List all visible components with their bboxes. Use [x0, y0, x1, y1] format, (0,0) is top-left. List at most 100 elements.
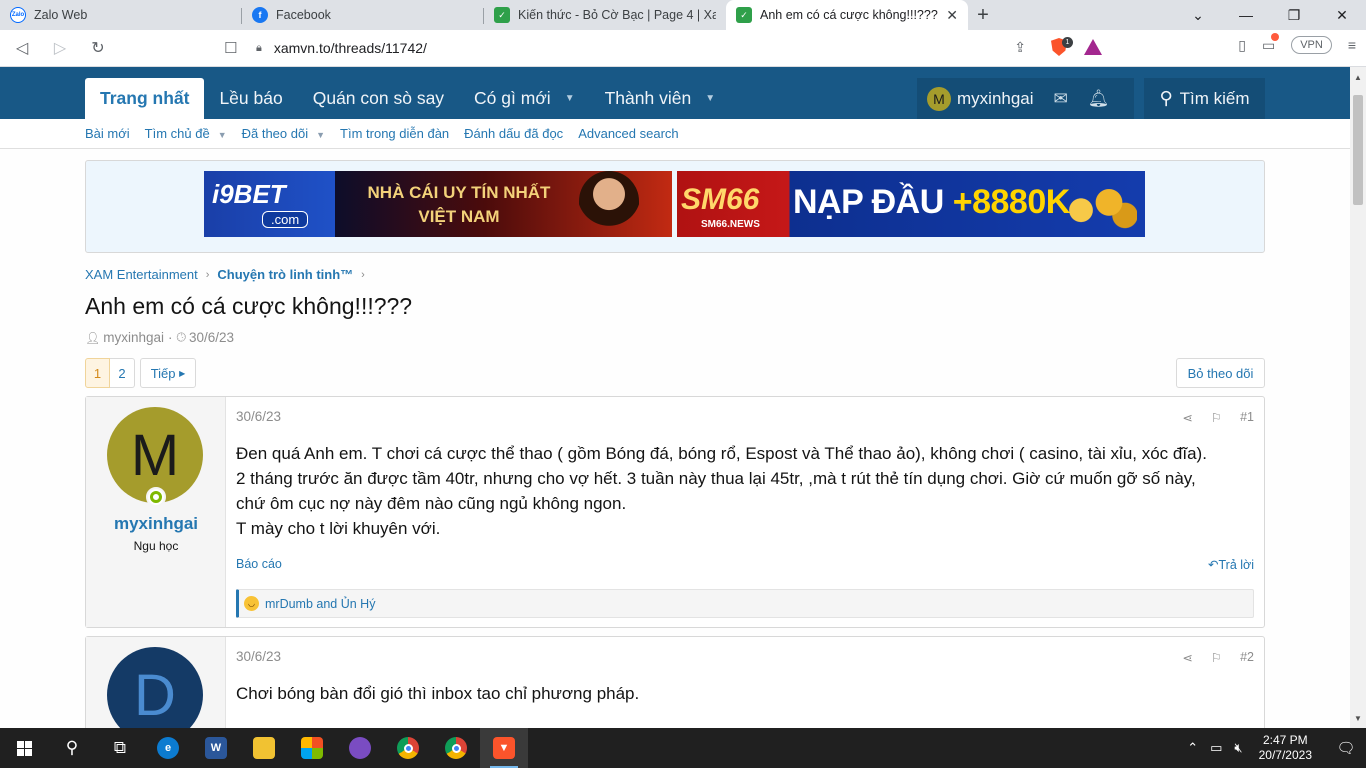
wallet-icon[interactable]: ▭	[1262, 32, 1280, 54]
notification-center-icon[interactable]: 🗨︎	[1326, 739, 1366, 757]
tab-title: Anh em có cá cược không!!!??? | Xamvn	[760, 8, 940, 22]
report-link[interactable]: Báo cáo	[236, 557, 282, 571]
ad-model-image	[579, 171, 639, 237]
nav-tab-quan-con-so-say[interactable]: Quán con sò say	[298, 78, 459, 119]
thread-author[interactable]: myxinhgai	[103, 330, 164, 345]
search-button[interactable]: ⚲ Tìm kiếm	[1144, 78, 1265, 119]
post-number[interactable]: #1	[1240, 410, 1254, 425]
back-icon[interactable]: ◁	[6, 32, 38, 64]
subnav-new-posts[interactable]: Bài mới	[85, 126, 130, 141]
next-label: Tiếp	[150, 365, 176, 381]
word-icon[interactable]: W	[192, 728, 240, 768]
ad-slogan-amount: +8880K	[952, 183, 1071, 221]
nav-tab-thanh-vien[interactable]: Thành viên ▼	[590, 78, 731, 119]
account-menu[interactable]: M myxinhgai ✉ 🔔︎	[917, 78, 1134, 119]
browser-tab-active[interactable]: ✓ Anh em có cá cược không!!!??? | Xamvn …	[726, 0, 968, 30]
poster-user-title: Ngu học	[133, 539, 179, 553]
chrome-profile-icon[interactable]	[432, 728, 480, 768]
browser-tab-facebook[interactable]: f Facebook	[242, 0, 484, 30]
ad-banner-i9bet[interactable]: i9BET .com NHÀ CÁI UY TÍN NHẤT VIỆT NAM	[204, 171, 672, 237]
volume-muted-icon[interactable]: 🔇︎	[1234, 740, 1242, 756]
reaction-users[interactable]: mrDumb and Ủn Hý	[265, 597, 375, 611]
next-page-button[interactable]: Tiếp ▶	[140, 358, 196, 388]
scroll-up-icon[interactable]: ▲	[1350, 69, 1366, 85]
browser-tab-kien-thuc[interactable]: ✓ Kiến thức - Bỏ Cờ Bạc | Page 4 | Xamvn	[484, 0, 726, 30]
forward-icon[interactable]: ▷	[44, 32, 76, 64]
windows-start-icon[interactable]	[0, 728, 48, 768]
scroll-down-icon[interactable]: ▼	[1350, 710, 1366, 726]
bookmark-icon[interactable]: ☐	[224, 39, 237, 57]
new-tab-button[interactable]: +	[968, 0, 998, 30]
caret-down-icon[interactable]: ▼	[705, 93, 715, 104]
subnav-find-threads[interactable]: Tìm chủ đề ▼	[145, 126, 227, 141]
word-logo: W	[205, 737, 227, 759]
caret-down-icon[interactable]: ▼	[565, 93, 575, 104]
store-icon[interactable]	[288, 728, 336, 768]
reply-button[interactable]: ↶Trả lời	[1208, 557, 1254, 572]
ad-brand: i9BET	[212, 179, 286, 209]
file-explorer-icon[interactable]	[240, 728, 288, 768]
scrollbar-thumb[interactable]	[1353, 95, 1363, 205]
lock-icon[interactable]: 🔒︎	[256, 42, 262, 55]
bookmark-icon[interactable]: ⚐	[1211, 650, 1222, 665]
inbox-icon[interactable]: ✉	[1054, 89, 1068, 109]
post-date[interactable]: 30/6/23	[236, 409, 281, 424]
close-tab-icon[interactable]: ✕	[946, 7, 958, 24]
share-icon[interactable]: ⋖	[1182, 410, 1192, 425]
post-date[interactable]: 30/6/23	[236, 649, 281, 664]
ad-banner-sm66[interactable]: SM66 SM66.NEWS NẠP ĐẦU +8880K	[677, 171, 1145, 237]
edge-icon[interactable]: e	[144, 728, 192, 768]
url-text[interactable]: xamvn.to/threads/11742/	[274, 40, 427, 56]
breadcrumb-item[interactable]: Chuyện trò linh tinh™	[217, 267, 353, 282]
browser-tab-zalo[interactable]: Zalo Zalo Web	[0, 0, 242, 30]
reload-icon[interactable]: ↻	[82, 32, 114, 64]
taskbar-clock[interactable]: 2:47 PM 20/7/2023	[1259, 733, 1312, 763]
paint-icon[interactable]	[336, 728, 384, 768]
subnav-mark-read[interactable]: Đánh dấu đã đọc	[464, 126, 563, 141]
caret-down-icon[interactable]: ▼	[218, 130, 227, 140]
minimize-icon[interactable]: —	[1222, 0, 1270, 30]
menu-icon[interactable]: ≡	[1348, 37, 1356, 53]
restore-icon[interactable]: ❐	[1270, 0, 1318, 30]
brave-icon[interactable]: ▼	[480, 728, 528, 768]
poster-username[interactable]: myxinhgai	[86, 514, 226, 534]
post-body-line: T mày cho t lời khuyên với.	[236, 519, 441, 538]
tab-title: Kiến thức - Bỏ Cờ Bạc | Page 4 | Xamvn	[518, 8, 716, 22]
bookmark-icon[interactable]: ⚐	[1211, 410, 1222, 425]
bell-icon[interactable]: 🔔︎	[1088, 89, 1110, 109]
subnav-advanced-search[interactable]: Advanced search	[578, 126, 678, 141]
page-scrollbar[interactable]: ▲ ▼	[1350, 67, 1366, 728]
task-view-icon[interactable]: ⧉	[96, 728, 144, 768]
share-icon[interactable]: ⋖	[1182, 650, 1192, 665]
post-body-line: Chơi bóng bàn đổi gió thì inbox tao chỉ …	[236, 684, 640, 703]
unwatch-button[interactable]: Bỏ theo dõi	[1176, 358, 1265, 388]
caret-down-icon[interactable]: ▼	[316, 130, 325, 140]
chrome-icon[interactable]	[384, 728, 432, 768]
nav-tab-co-gi-moi[interactable]: Có gì mới ▼	[459, 78, 590, 119]
nav-tab-home[interactable]: Trang nhất	[85, 78, 205, 119]
facebook-icon: f	[252, 7, 268, 23]
post-body-line: 2 tháng trước ăn được tầm 40tr, nhưng ch…	[236, 469, 1196, 488]
page-2-button[interactable]: 2	[110, 358, 135, 388]
search-icon[interactable]: ⚲	[48, 728, 96, 768]
subnav-search-forums[interactable]: Tìm trong diễn đàn	[340, 126, 449, 141]
address-bar[interactable]: 🔒︎ xamvn.to/threads/11742/ ⇪	[250, 33, 1040, 63]
sidebar-icon[interactable]: ▯	[1238, 37, 1246, 54]
vpn-button[interactable]: VPN	[1291, 36, 1332, 54]
battery-icon[interactable]: ▭	[1210, 740, 1222, 756]
breadcrumb-item[interactable]: XAM Entertainment	[85, 267, 198, 282]
brave-rewards-icon[interactable]	[1084, 39, 1102, 55]
post-number[interactable]: #2	[1240, 650, 1254, 665]
avatar[interactable]: D	[107, 647, 203, 728]
thread-date[interactable]: 30/6/23	[189, 330, 234, 345]
share-icon[interactable]: ⇪	[1014, 39, 1026, 56]
close-window-icon[interactable]: ✕	[1318, 0, 1366, 30]
subnav-watched[interactable]: Đã theo dõi ▼	[242, 126, 325, 141]
page-1-button[interactable]: 1	[85, 358, 110, 388]
chevron-up-icon[interactable]: ⌃	[1187, 740, 1198, 756]
brave-logo: ▼	[493, 737, 515, 759]
online-status-icon	[146, 487, 166, 507]
nav-tab-leu-bao[interactable]: Lều báo	[204, 78, 297, 119]
chevron-down-icon[interactable]: ⌄	[1174, 0, 1222, 30]
reaction-bar[interactable]: ◡ mrDumb and Ủn Hý	[236, 589, 1254, 618]
